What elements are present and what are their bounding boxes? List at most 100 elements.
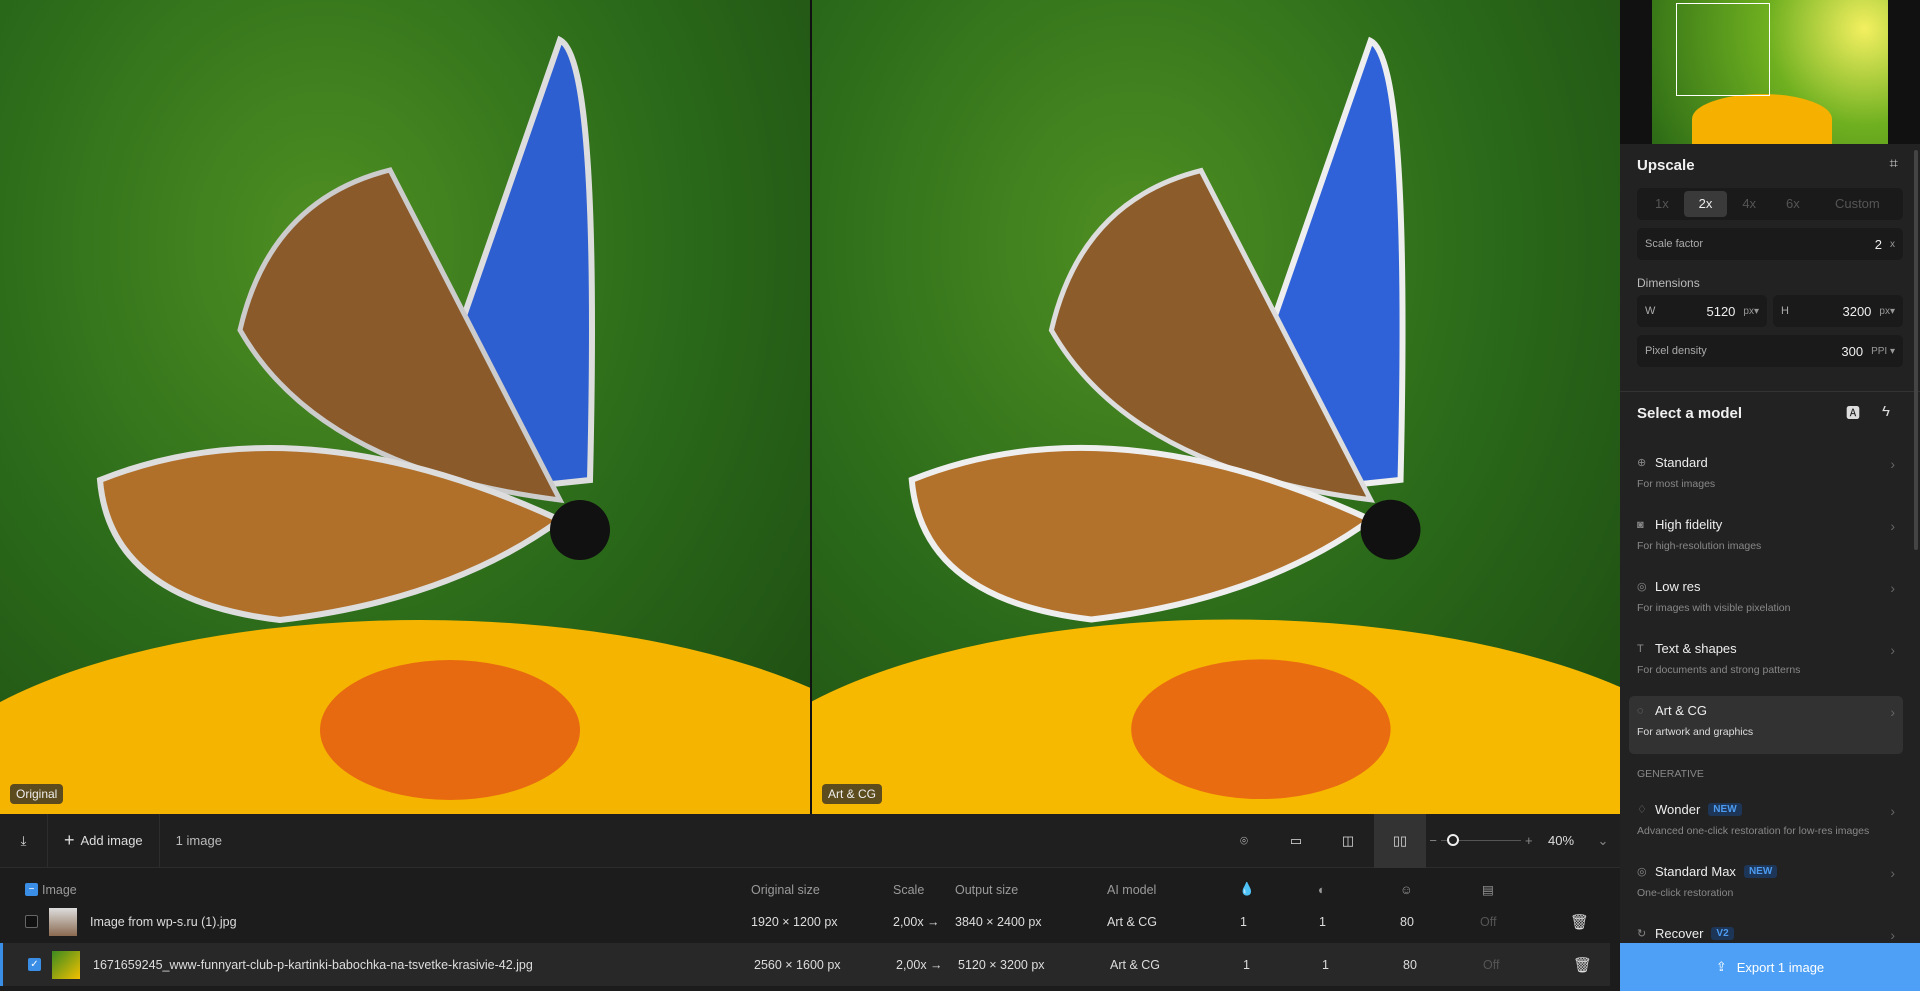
width-field[interactable]: W 5120 px▾ (1637, 295, 1767, 327)
zoom-value: 40% (1547, 833, 1575, 848)
viewport-rect[interactable] (1676, 3, 1770, 96)
model-text-shapes[interactable]: T Text & shapes For documents and strong … (1637, 634, 1903, 692)
image-count: 1 image (175, 833, 222, 848)
settings-panel: Upscale ⌗ 1x 2x 4x 6x Custom Scale factor 2 x … (1620, 0, 1920, 991)
row-original-size: 2560 × 1600 px (754, 957, 841, 972)
density-value: 300 (1841, 343, 1864, 359)
width-unit-dropdown[interactable]: px▾ (1743, 306, 1759, 317)
row-noise: 1 (1240, 914, 1247, 929)
row-color: Off (1483, 957, 1500, 972)
face-icon: ☺ (1400, 882, 1413, 897)
delete-icon[interactable]: 🗑 (1573, 956, 1592, 974)
height-label: H (1781, 305, 1789, 317)
scale-factor-unit: x (1890, 238, 1895, 250)
row-scale: 2,00x → (893, 914, 940, 929)
model-description: For artwork and graphics (1637, 726, 1754, 738)
model-description: Advanced one-click restoration for low-r… (1637, 825, 1870, 837)
upscale-title: Upscale (1637, 157, 1695, 174)
download-icon[interactable]: ⤓ (0, 814, 47, 868)
zoom-dropdown-icon[interactable]: ⌄ (1586, 814, 1620, 868)
scrollbar[interactable] (1914, 150, 1918, 550)
scale-factor-value: 2 (1874, 236, 1882, 252)
scale-factor-field[interactable]: Scale factor 2 x (1637, 228, 1903, 260)
screenshot-icon[interactable]: ⌾ (1218, 814, 1270, 868)
chevron-right-icon: › (1890, 642, 1895, 658)
preview-view[interactable]: Art & CG (812, 0, 1620, 814)
scale-option-custom[interactable]: Custom (1815, 191, 1900, 217)
row-checkbox[interactable] (25, 915, 38, 928)
chevron-right-icon: › (1890, 865, 1895, 881)
add-image-button[interactable]: + Add image (48, 814, 159, 868)
density-unit-dropdown[interactable]: PPI ▾ (1871, 346, 1895, 357)
crop-icon[interactable]: ⌗ (1890, 155, 1898, 172)
row-filename: 1671659245_www-funnyart-club-p-kartinki-… (93, 957, 533, 972)
row-blur: 1 (1319, 914, 1326, 929)
export-button[interactable]: ⇪ Export 1 image (1620, 943, 1920, 991)
scale-option-4x[interactable]: 4x (1727, 191, 1771, 217)
model-badge: NEW (1708, 803, 1742, 816)
row-ai-model: Art & CG (1110, 957, 1161, 972)
delete-icon[interactable]: 🗑 (1570, 913, 1589, 931)
model-description: For documents and strong patterns (1637, 664, 1801, 676)
row-noise: 1 (1243, 957, 1250, 972)
scale-option-2x[interactable]: 2x (1683, 191, 1728, 217)
color-icon: ▤ (1482, 883, 1494, 897)
row-thumbnail (52, 950, 80, 979)
model-description: For images with visible pixelation (1637, 602, 1791, 614)
pixel-density-field[interactable]: Pixel density 300 PPI ▾ (1637, 335, 1903, 367)
model-label: Art & CG (822, 784, 883, 804)
camera-icon: ◙ (1637, 518, 1644, 531)
split-view-icon[interactable]: ◫ (1322, 814, 1374, 868)
row-scale: 2,00x → (896, 957, 943, 972)
row-face: 80 (1400, 914, 1414, 929)
width-label: W (1645, 305, 1656, 317)
row-checkbox[interactable]: ✓ (28, 958, 41, 971)
chevron-right-icon: › (1890, 803, 1895, 819)
row-face: 80 (1403, 957, 1417, 972)
model-standard[interactable]: ⊕ Standard For most images › (1637, 448, 1903, 506)
scale-factor-label: Scale factor (1645, 238, 1704, 250)
density-label: Pixel density (1645, 345, 1707, 357)
original-view[interactable]: Original (0, 0, 810, 814)
scale-option-1x[interactable]: 1x (1640, 191, 1684, 217)
scale-selector: 1x 2x 4x 6x Custom (1637, 188, 1903, 220)
compare-models-icon[interactable]: 🅰 (1846, 403, 1860, 423)
model-title: Select a model (1637, 405, 1743, 422)
row-color: Off (1480, 914, 1497, 929)
globe-icon: ⊕ (1637, 457, 1647, 469)
model-standard-max[interactable]: ◎ Standard Max NEW One-click restoration › (1637, 857, 1903, 915)
chevron-right-icon: › (1890, 580, 1895, 596)
noise-icon: 💧 (1239, 882, 1255, 896)
chevron-right-icon: › (1890, 927, 1895, 943)
model-description: For high-resolution images (1637, 540, 1762, 552)
model-name: High fidelity (1655, 517, 1723, 532)
row-output-size: 5120 × 3200 px (958, 957, 1045, 972)
single-view-icon[interactable]: ▭ (1270, 814, 1322, 868)
height-field[interactable]: H 3200 px▾ (1773, 295, 1903, 327)
model-high-fidelity[interactable]: ◙ High fidelity For high-resolution image… (1637, 510, 1903, 568)
target-icon: ◎ (1637, 866, 1647, 878)
row-filename: Image from wp-s.ru (1).jpg (90, 914, 237, 929)
width-value: 5120 (1706, 303, 1736, 319)
select-all-checkbox[interactable]: − (25, 883, 38, 896)
blur-icon: ◐ (1318, 882, 1326, 897)
table-row[interactable]: ✓ 1671659245_www-funnyart-club-p-kartink… (0, 943, 1610, 986)
model-badge: NEW (1743, 865, 1778, 878)
model-wonder[interactable]: ♢ Wonder NEW Advanced one-click restoratio… (1637, 795, 1903, 853)
zoom-slider[interactable]: − + (1426, 814, 1536, 868)
row-ai-model: Art & CG (1107, 914, 1158, 929)
navigator-thumbnail[interactable] (1620, 0, 1920, 144)
dimensions-label: Dimensions (1637, 276, 1700, 290)
header-original-size: Original size (751, 882, 820, 897)
generative-label: GENERATIVE (1637, 768, 1704, 780)
height-unit-dropdown[interactable]: px▾ (1879, 306, 1895, 317)
model-art-cg[interactable]: ◌ Art & CG For artwork and graphics › (1629, 696, 1903, 754)
header-image: Image (42, 882, 77, 897)
table-row[interactable]: Image from wp-s.ru (1).jpg 1920 × 1200 p… (0, 900, 1610, 943)
side-by-side-icon[interactable]: ▯▯ (1374, 813, 1426, 868)
header-scale: Scale (893, 882, 925, 897)
scale-option-6x[interactable]: 6x (1771, 191, 1815, 217)
model-name: Standard Max (1655, 864, 1736, 879)
lightning-icon[interactable]: ϟ (1882, 403, 1890, 420)
model-low-res[interactable]: ◎ Low res For images with visible pixelat… (1637, 572, 1903, 630)
